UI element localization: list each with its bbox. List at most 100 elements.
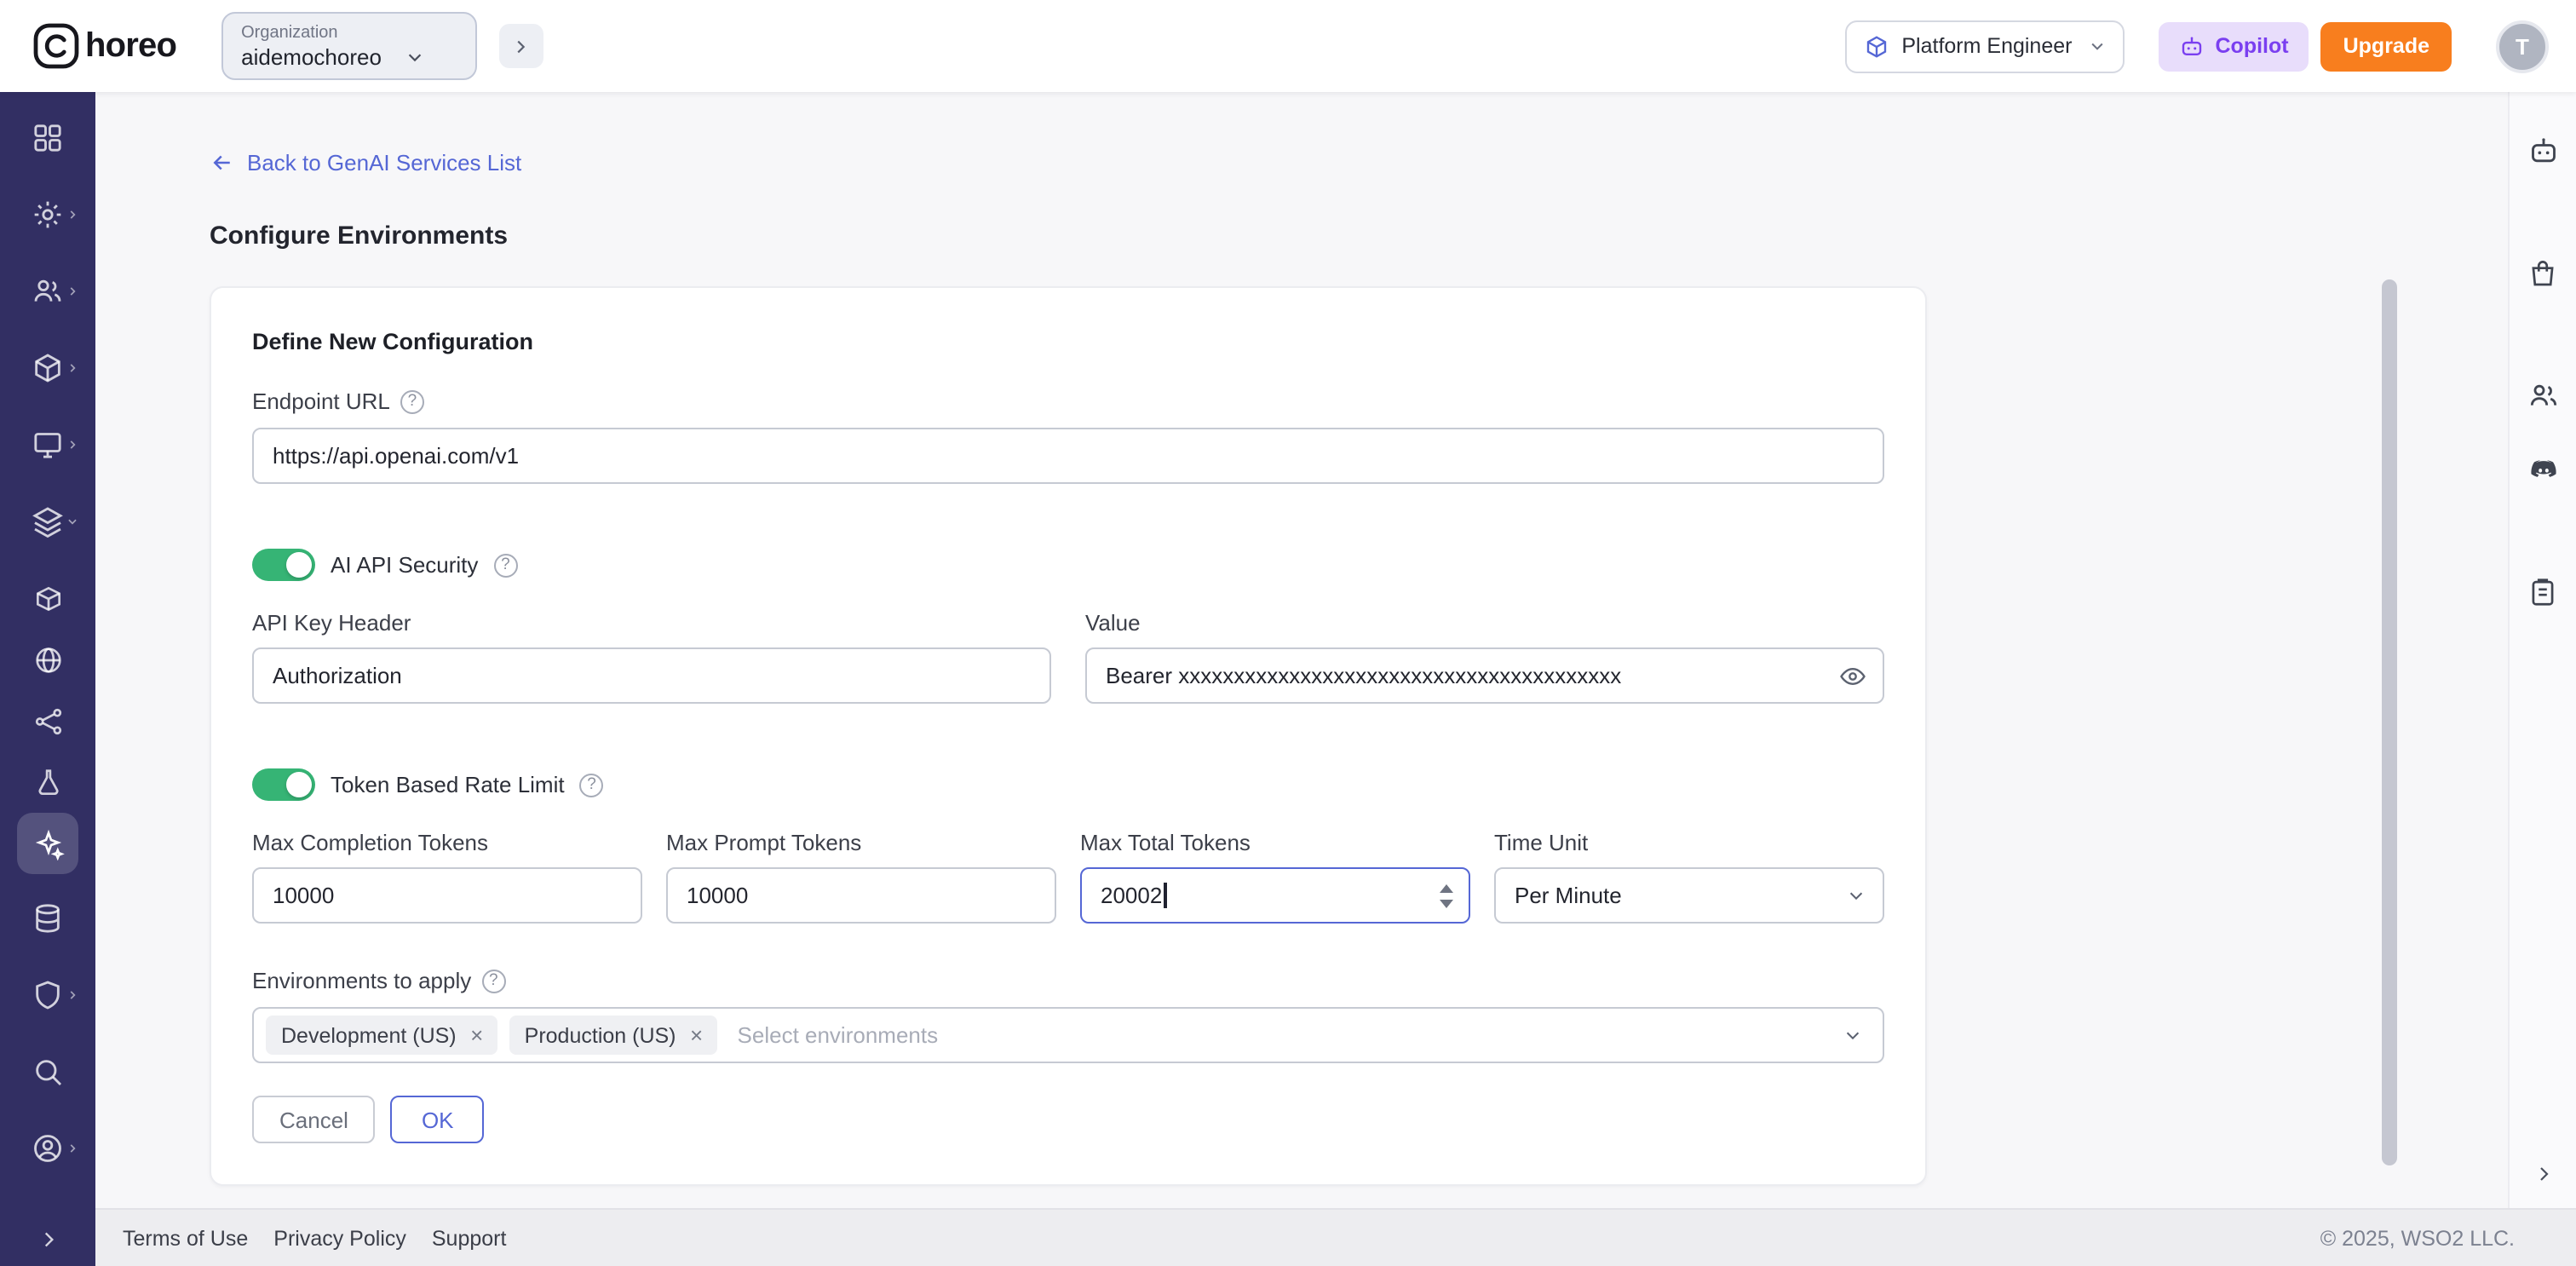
section-title: Define New Configuration [252,329,1884,354]
chevron-right-icon [511,37,530,55]
copilot-button[interactable]: Copilot [2159,21,2309,71]
chevron-right-icon [37,1229,59,1251]
chevron-right-icon [66,285,78,297]
choreo-logo[interactable]: horeo [31,20,176,72]
environment-chip: Production (US) × [509,1016,717,1055]
user-avatar[interactable]: T [2496,20,2549,72]
right-rail [2508,92,2576,1208]
toggle-knob [286,772,312,797]
box-icon [32,582,64,614]
main-content: Back to GenAI Services List Configure En… [95,92,2508,1208]
sidebar-subitem-genai-services[interactable] [17,813,78,874]
community-rail-button[interactable] [2526,378,2560,412]
app-window: horeo Organization aidemochoreo Platform… [0,0,2576,1266]
max-completion-tokens-label: Max Completion Tokens [252,830,488,855]
arrow-left-icon [210,150,235,176]
back-link-label: Back to GenAI Services List [247,150,521,176]
discord-rail-button[interactable] [2526,453,2560,487]
sidebar-subitem-tests[interactable] [17,751,78,813]
endpoint-url-label-row: Endpoint URL ? [252,388,1884,414]
sidebar-item-account-group[interactable] [17,1118,78,1179]
organization-selector[interactable]: Organization aidemochoreo [221,12,476,80]
chevron-down-icon [66,515,78,527]
api-key-header-input[interactable] [252,647,1051,704]
upgrade-button[interactable]: Upgrade [2321,21,2452,71]
sidebar-item-resources-group[interactable] [17,491,78,552]
gear-icon [31,198,65,232]
sidebar-item-members[interactable] [17,261,78,322]
help-icon[interactable]: ? [400,389,424,413]
environment-chip-label: Development (US) [281,1023,457,1047]
right-rail-expand-button[interactable] [2533,1164,2553,1184]
sidebar-item-security-group[interactable] [17,964,78,1026]
ai-api-security-toggle[interactable] [252,549,315,581]
token-rate-limit-label: Token Based Rate Limit [331,772,565,797]
sidebar-item-overview[interactable] [17,107,78,169]
chip-close-icon[interactable]: × [685,1021,709,1049]
max-prompt-tokens-input[interactable] [666,867,1056,924]
sidebar-subitem-packages[interactable] [17,567,78,629]
api-key-value-field: Value [1085,610,1884,704]
chevron-right-icon [66,362,78,374]
environments-multiselect[interactable]: Development (US) × Production (US) × Sel… [252,1007,1884,1063]
sidebar-item-observability[interactable] [17,1041,78,1102]
endpoint-url-input[interactable] [252,428,1884,484]
page-title: Configure Environments [210,222,2508,250]
terms-of-use-link[interactable]: Terms of Use [123,1226,248,1250]
help-icon[interactable]: ? [580,773,604,797]
network-icon [32,705,64,737]
marketplace-rail-button[interactable] [2527,257,2559,290]
environment-chip: Development (US) × [266,1016,497,1055]
community-users-icon [2526,378,2560,412]
show-value-button[interactable] [1838,661,1867,690]
number-stepper[interactable] [1435,880,1458,911]
api-key-header-field: API Key Header [252,610,1051,704]
support-link[interactable]: Support [432,1226,507,1250]
max-total-tokens-field: Max Total Tokens 20002 [1080,830,1470,924]
stepper-up-icon[interactable] [1440,883,1453,892]
feedback-rail-button[interactable] [2527,576,2559,608]
max-completion-tokens-input[interactable] [252,867,642,924]
sidebar-expand-button[interactable] [0,1229,95,1251]
toggle-knob [286,552,312,578]
sidebar-item-projects[interactable] [17,337,78,399]
search-icon [31,1055,65,1089]
time-unit-select[interactable]: Per Minute [1494,867,1884,924]
chip-close-icon[interactable]: × [465,1021,489,1049]
role-selector[interactable]: Platform Engineer [1845,20,2125,72]
help-icon[interactable]: ? [481,969,505,993]
back-link[interactable]: Back to GenAI Services List [210,150,521,176]
user-circle-icon [31,1131,65,1165]
stepper-down-icon[interactable] [1440,899,1453,907]
max-total-tokens-input[interactable]: 20002 [1080,867,1470,924]
copilot-label: Copilot [2216,34,2289,58]
support-rail-button[interactable] [2526,135,2560,169]
token-rate-limit-toggle[interactable] [252,768,315,801]
help-icon[interactable]: ? [493,553,517,577]
time-unit-label: Time Unit [1494,830,1588,855]
text-caret [1164,883,1166,908]
cancel-button[interactable]: Cancel [252,1096,376,1143]
cube-icon [31,351,65,385]
api-key-value-input[interactable] [1085,647,1884,704]
sidebar-item-settings[interactable] [17,184,78,245]
eye-icon [1838,661,1867,690]
vertical-scrollbar[interactable] [2382,279,2397,1165]
monitor-icon [31,428,65,462]
max-total-tokens-value: 20002 [1101,883,1162,908]
left-sidebar [0,92,95,1266]
sidebar-item-platform[interactable] [17,414,78,475]
privacy-policy-link[interactable]: Privacy Policy [273,1226,406,1250]
discord-icon [2526,453,2560,487]
globe-icon [32,643,64,676]
chevron-right-icon [66,1142,78,1154]
environments-label: Environments to apply [252,968,471,993]
sidebar-subitem-connections[interactable] [17,690,78,751]
max-prompt-tokens-field: Max Prompt Tokens [666,830,1056,924]
breadcrumb-expand-button[interactable] [498,24,543,68]
api-key-header-label: API Key Header [252,610,411,636]
sidebar-item-databases[interactable] [17,888,78,949]
chevron-down-icon [2090,37,2107,55]
sidebar-subitem-domains[interactable] [17,629,78,690]
ok-button[interactable]: OK [391,1096,485,1143]
